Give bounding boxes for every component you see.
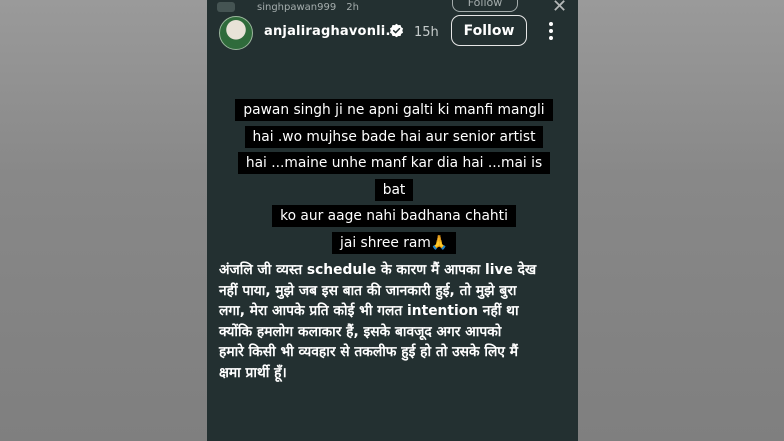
avatar[interactable]: [219, 16, 253, 50]
follow-button[interactable]: Follow: [451, 15, 527, 46]
quote-line: hai ...maine unhe manf kar dia hai ...ma…: [237, 152, 551, 201]
story-header: anjaliraghavonli... 15h Follow: [207, 14, 578, 54]
verified-badge-icon: [389, 23, 404, 38]
background-right: [578, 0, 784, 441]
previous-story-avatar: [217, 2, 235, 12]
quote-line: jai shree ram🙏: [332, 231, 456, 254]
previous-story-header: singhpawan999 2h Follow ✕: [207, 0, 578, 17]
story-frame: singhpawan999 2h Follow ✕ anjaliraghavon…: [207, 0, 578, 441]
story-time: 15h: [414, 25, 439, 40]
quote-line: ko aur aage nahi badhana chahti: [272, 205, 516, 227]
previous-story-follow-button[interactable]: Follow: [452, 0, 518, 12]
background-left: [0, 0, 207, 441]
quote-line: pawan singh ji ne apni galti ki manfi ma…: [235, 99, 553, 121]
story-body-text: अंजलि जी व्यस्त schedule के कारण मैं आपक…: [219, 262, 537, 381]
story-username[interactable]: anjaliraghavonli...: [264, 24, 401, 39]
story-quote-text: pawan singh ji ne apni galti ki manfi ma…: [229, 97, 559, 256]
previous-story-time: 2h: [346, 1, 359, 13]
previous-story-username[interactable]: singhpawan999: [257, 2, 336, 13]
more-options-icon[interactable]: [547, 20, 555, 42]
quote-line: hai .wo mujhse bade hai aur senior artis…: [244, 125, 544, 148]
